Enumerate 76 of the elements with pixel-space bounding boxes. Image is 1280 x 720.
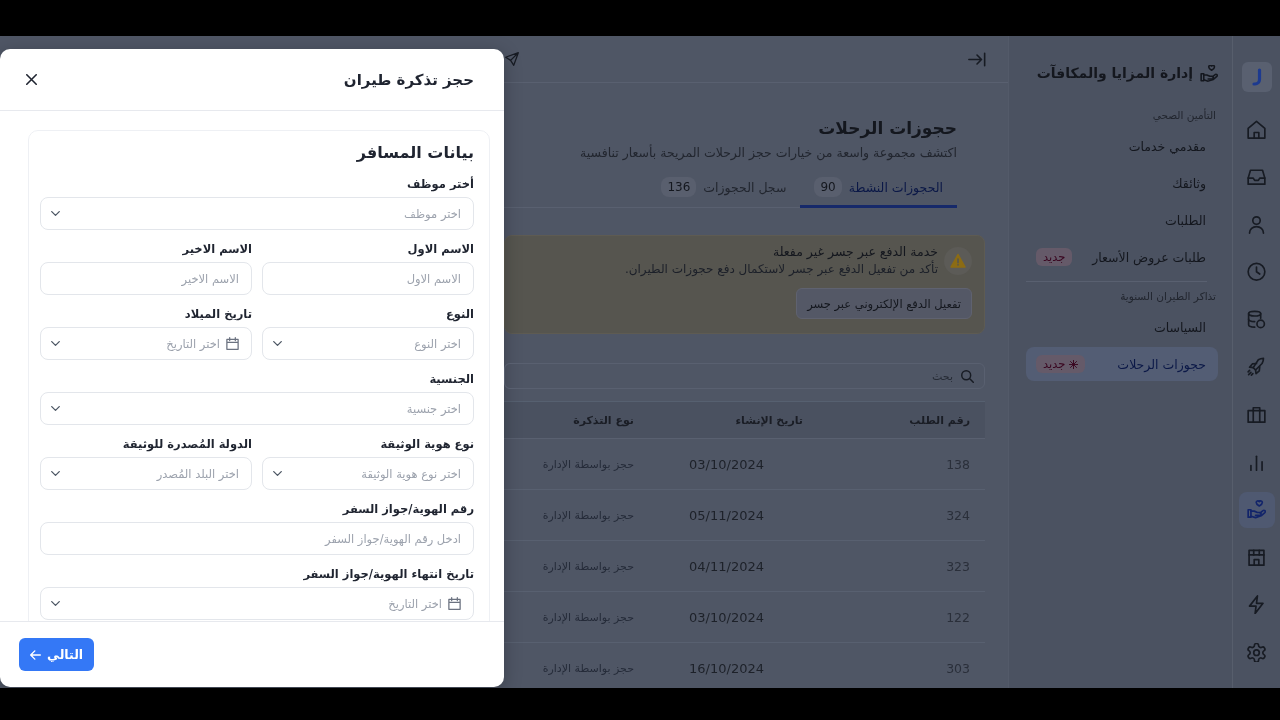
field-label: الاسم الاخير bbox=[181, 242, 252, 256]
field-label: الجنسية bbox=[428, 372, 474, 386]
rocket-icon bbox=[1247, 357, 1266, 377]
sidebar-item[interactable]: حجوزات الرحلات جديد bbox=[1026, 347, 1218, 381]
select-field[interactable]: اختر موظف bbox=[40, 197, 474, 230]
count-badge: 136 bbox=[661, 177, 697, 197]
badge-label: جديد bbox=[1043, 357, 1066, 371]
field-label: أختر موظف bbox=[406, 177, 474, 191]
calendar-icon bbox=[226, 337, 239, 350]
chevron-down-icon bbox=[51, 341, 60, 346]
home-icon bbox=[1247, 119, 1266, 139]
text-field[interactable]: ادخل رقم الهوية/جواز السفر bbox=[40, 522, 474, 555]
field-label: نوع هوية الوثيقة bbox=[379, 437, 474, 451]
send-icon[interactable] bbox=[505, 52, 519, 66]
field-label: الدولة المُصدرة للوثيقة bbox=[121, 437, 252, 451]
warning-icon bbox=[944, 246, 972, 275]
select-field[interactable]: اختر النوع bbox=[262, 327, 474, 360]
select-field[interactable]: اختر البلد المُصدر bbox=[40, 457, 252, 490]
bar-chart-icon bbox=[1247, 452, 1266, 472]
table-cell: 05/11/2024 bbox=[689, 507, 764, 523]
sidebar-item[interactable]: مقدمي خدمات bbox=[1026, 129, 1218, 163]
dialog-title: حجز تذكرة طيران bbox=[343, 70, 474, 89]
new-badge: جديد bbox=[1036, 248, 1073, 266]
inbox-tray-icon bbox=[1247, 167, 1266, 187]
hand-heart-icon bbox=[1200, 64, 1218, 82]
nav-rail-button[interactable] bbox=[1238, 491, 1275, 528]
count-badge: 90 bbox=[814, 177, 842, 197]
lightning-icon bbox=[1247, 595, 1266, 615]
section-heading: بيانات المسافر bbox=[355, 142, 474, 164]
chevron-down-icon bbox=[51, 211, 60, 216]
field-label: الاسم الاول bbox=[406, 242, 474, 256]
close-icon[interactable] bbox=[26, 74, 37, 85]
sidebar-item[interactable]: وثائقك bbox=[1026, 166, 1218, 200]
text-field[interactable]: الاسم الاخير bbox=[40, 262, 252, 295]
chevron-down-icon bbox=[273, 471, 282, 476]
arrow-to-bar-icon[interactable] bbox=[968, 51, 986, 67]
field-label: رقم الهوية/جواز السفر bbox=[341, 502, 474, 516]
field-label: النوع bbox=[444, 307, 474, 321]
chevron-down-icon bbox=[273, 341, 282, 346]
next-button[interactable]: التالي bbox=[19, 638, 95, 671]
chevron-down-icon bbox=[51, 601, 60, 606]
clock-icon bbox=[1247, 262, 1266, 282]
hand-heart-icon bbox=[1247, 500, 1266, 520]
column-header: تاريخ الإنشاء bbox=[735, 413, 803, 427]
table-cell: 16/10/2024 bbox=[689, 660, 764, 676]
chevron-down-icon bbox=[51, 406, 60, 411]
user-icon bbox=[1247, 214, 1266, 234]
store-icon bbox=[1247, 547, 1266, 567]
table-cell: 03/10/2024 bbox=[689, 609, 764, 625]
page-title: حجوزات الرحلات bbox=[817, 117, 957, 139]
sidebar-item[interactable]: طلبات عروض الأسعار جديد bbox=[1026, 240, 1218, 274]
settings-icon bbox=[1247, 643, 1266, 663]
activate-payment-button[interactable]: تفعيل الدفع الإلكتروني عبر جسر bbox=[796, 288, 972, 319]
search-icon bbox=[961, 369, 974, 383]
sidebar-item[interactable]: السياسات bbox=[1026, 310, 1218, 344]
coins-icon bbox=[1247, 309, 1266, 329]
field-label: تاريخ انتهاء الهوية/جواز السفر bbox=[302, 567, 474, 581]
field-label: تاريخ الميلاد bbox=[183, 307, 252, 321]
column-header: نوع التذكرة bbox=[573, 413, 634, 427]
date-field[interactable]: اختر التاريخ bbox=[40, 327, 252, 360]
select-field[interactable]: اختر نوع هوية الوثيقة bbox=[262, 457, 474, 490]
briefcase-icon bbox=[1247, 405, 1266, 425]
table-cell: 04/11/2024 bbox=[689, 558, 764, 574]
calendar-icon bbox=[448, 597, 461, 610]
arrow-left-icon bbox=[30, 649, 41, 660]
chevron-down-icon bbox=[51, 471, 60, 476]
date-field[interactable]: اختر التاريخ bbox=[40, 587, 474, 620]
sidebar-title: إدارة المزايا والمكافآت bbox=[1036, 65, 1193, 81]
column-header: رقم الطلب bbox=[909, 413, 970, 427]
text-field[interactable]: الاسم الاول bbox=[262, 262, 474, 295]
alert-message: تأكد من تفعيل الدفع عبر جسر لاستكمال دفع حجوزات الطيران. bbox=[624, 260, 938, 278]
select-field[interactable]: اختر جنسية bbox=[40, 392, 474, 425]
table-cell: 03/10/2024 bbox=[689, 456, 764, 472]
logo-icon bbox=[1241, 62, 1272, 92]
sidebar-item[interactable]: الطلبات bbox=[1026, 203, 1218, 237]
alert-title: خدمة الدفع عبر جسر غير مفعلة bbox=[771, 243, 938, 260]
